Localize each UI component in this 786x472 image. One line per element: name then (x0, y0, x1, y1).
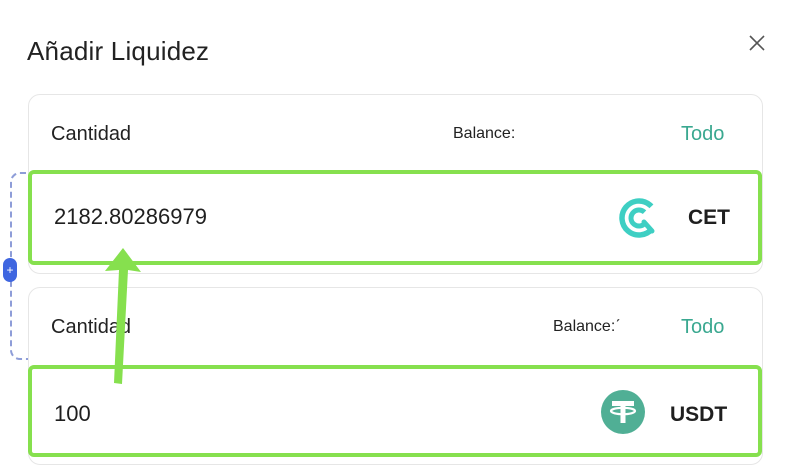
link-plus-icon[interactable]: + (3, 258, 17, 282)
balance-label: Balance:ˊ (553, 318, 621, 335)
max-button[interactable]: Todo (681, 316, 724, 339)
usdt-tether-icon (600, 389, 646, 440)
cet-coin-icon (616, 195, 662, 246)
first-amount-input[interactable] (54, 204, 414, 230)
balance-label: Balance: (453, 125, 516, 142)
arrow-up-annotation-icon (95, 244, 151, 393)
token-symbol: CET (688, 206, 730, 229)
max-button[interactable]: Todo (681, 123, 724, 146)
close-icon[interactable] (744, 30, 770, 56)
token-symbol: USDT (670, 403, 728, 426)
amount-label: Cantidad (51, 123, 132, 145)
dialog-title: Añadir Liquidez (27, 36, 210, 66)
second-amount-input[interactable] (54, 401, 414, 427)
